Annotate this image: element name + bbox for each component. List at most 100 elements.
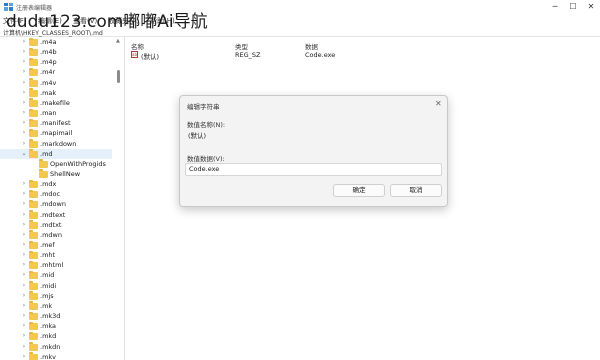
chevron-right-icon[interactable]: ›: [21, 271, 27, 278]
cancel-button[interactable]: 取消: [390, 184, 442, 197]
tree-key[interactable]: › .mhtml: [0, 260, 112, 270]
tree-key[interactable]: › .mapimail: [0, 128, 112, 138]
tree-key[interactable]: › .mak: [0, 88, 112, 98]
chevron-right-icon[interactable]: ›: [21, 241, 27, 248]
folder-icon: [29, 149, 38, 158]
folder-icon: [29, 301, 38, 310]
value-data-label: 数值数据(V):: [187, 155, 225, 163]
folder-icon: [29, 47, 38, 57]
chevron-right-icon[interactable]: ›: [21, 251, 27, 258]
chevron-right-icon[interactable]: ›: [21, 211, 27, 218]
tree-key[interactable]: › .m4a: [0, 37, 112, 47]
chevron-right-icon[interactable]: ›: [21, 68, 27, 75]
chevron-right-icon[interactable]: ›: [21, 79, 27, 86]
scroll-up-icon[interactable]: ▲: [116, 38, 120, 44]
tree-key[interactable]: › .mef: [0, 240, 112, 250]
chevron-right-icon[interactable]: ›: [21, 312, 27, 319]
tree-key[interactable]: › .m4p: [0, 57, 112, 67]
chevron-right-icon[interactable]: ›: [21, 89, 27, 96]
chevron-right-icon[interactable]: ›: [21, 322, 27, 329]
tree-key-label: .mhtml: [40, 261, 64, 270]
folder-icon: [29, 139, 38, 148]
chevron-right-icon[interactable]: ›: [21, 38, 27, 45]
chevron-right-icon[interactable]: ›: [21, 119, 27, 126]
tree-key-label: .manifest: [40, 119, 71, 128]
value-type: REG_SZ: [235, 51, 261, 59]
tree-key[interactable]: › .mdown: [0, 199, 112, 209]
folder-icon: [29, 240, 38, 249]
chevron-right-icon[interactable]: ›: [21, 302, 27, 309]
chevron-right-icon[interactable]: ›: [21, 261, 27, 268]
tree-key[interactable]: › .mdoc: [0, 189, 112, 199]
tree-key[interactable]: › .makefile: [0, 98, 112, 108]
folder-icon: [29, 250, 38, 260]
tree-key[interactable]: ⌄ .md: [0, 148, 112, 159]
column-header-data[interactable]: 数据: [305, 41, 318, 51]
chevron-down-icon[interactable]: ⌄: [21, 150, 27, 157]
tree-key[interactable]: › .manifest: [0, 118, 112, 128]
chevron-right-icon[interactable]: ›: [21, 48, 27, 55]
tree-scrollbar-thumb[interactable]: [117, 70, 120, 83]
chevron-right-icon[interactable]: ›: [21, 180, 27, 187]
tree-key[interactable]: › .m4v: [0, 78, 112, 88]
tree-key[interactable]: › .mdtext: [0, 210, 112, 220]
tree-key[interactable]: › .mk3d: [0, 311, 112, 321]
tree-key[interactable]: › .mkdn: [0, 342, 112, 352]
tree-key-label: .m4b: [40, 48, 57, 57]
watermark: dudu123.com嘟嘟Ai导航: [6, 12, 208, 32]
chevron-right-icon[interactable]: ›: [21, 99, 27, 106]
ok-button[interactable]: 确定: [333, 184, 385, 197]
tree-key[interactable]: › .m4r: [0, 67, 112, 77]
tree-key-label: .mak: [40, 88, 57, 97]
tree-key[interactable]: › .mid: [0, 270, 112, 280]
chevron-right-icon[interactable]: ›: [21, 200, 27, 207]
folder-icon: [29, 179, 38, 189]
dialog-title: 编辑字符串: [187, 103, 220, 111]
chevron-right-icon[interactable]: ›: [21, 140, 27, 147]
minimize-button[interactable]: ─: [548, 2, 562, 12]
chevron-right-icon[interactable]: ›: [21, 109, 27, 116]
folder-icon: [39, 159, 48, 168]
maximize-button[interactable]: ☐: [566, 2, 580, 12]
tree-key[interactable]: › .mkv: [0, 352, 112, 360]
tree-key-label: .m4p: [40, 58, 57, 67]
edit-string-dialog: 编辑字符串 ✕ 数值名称(N): (默认) 数值数据(V): Code.exe …: [179, 95, 448, 207]
value-data-input[interactable]: Code.exe: [185, 163, 442, 176]
tree-key-label: .mdtext: [40, 210, 66, 219]
value-name-label: 数值名称(N):: [187, 121, 226, 129]
chevron-right-icon[interactable]: ›: [21, 129, 27, 136]
chevron-right-icon[interactable]: ›: [21, 343, 27, 350]
chevron-right-icon[interactable]: ›: [21, 58, 27, 65]
chevron-right-icon[interactable]: ›: [21, 221, 27, 228]
tree-key[interactable]: › .midi: [0, 281, 112, 291]
tree-subkey[interactable]: ShellNew: [0, 169, 112, 179]
column-header-name[interactable]: 名称: [131, 41, 144, 51]
chevron-right-icon[interactable]: ›: [21, 190, 27, 197]
tree-key[interactable]: › .man: [0, 108, 112, 118]
chevron-right-icon[interactable]: ›: [21, 353, 27, 360]
tree-key[interactable]: › .mdx: [0, 179, 112, 189]
tree-key[interactable]: › .markdown: [0, 139, 112, 149]
tree-key[interactable]: › .mdtxt: [0, 220, 112, 230]
registry-tree[interactable]: › .m4a › .m4b › .m4p › .m4r › .m4v › .mak › .makefile…: [0, 37, 125, 360]
chevron-right-icon[interactable]: ›: [21, 292, 27, 299]
close-button[interactable]: ✕: [584, 2, 598, 12]
value-name[interactable]: (默认): [141, 51, 159, 61]
tree-key[interactable]: › .mk: [0, 301, 112, 311]
dialog-close-icon[interactable]: ✕: [435, 99, 442, 108]
chevron-right-icon[interactable]: ›: [21, 332, 27, 339]
tree-key[interactable]: › .mdwn: [0, 230, 112, 240]
tree-key[interactable]: › .mka: [0, 321, 112, 331]
column-header-type[interactable]: 类型: [235, 41, 248, 51]
tree-key[interactable]: › .m4b: [0, 47, 112, 57]
tree-key-label: .mef: [40, 241, 55, 249]
tree-subkey[interactable]: OpenWithProgids: [0, 159, 112, 169]
tree-key[interactable]: › .mjs: [0, 291, 112, 301]
tree-key[interactable]: › .mkd: [0, 331, 112, 341]
folder-icon: [29, 210, 38, 219]
chevron-right-icon[interactable]: ›: [21, 231, 27, 238]
chevron-right-icon[interactable]: ›: [21, 282, 27, 289]
folder-icon: [29, 128, 38, 138]
tree-key[interactable]: › .mht: [0, 250, 112, 260]
tree-key-label: .mkd: [40, 332, 57, 341]
